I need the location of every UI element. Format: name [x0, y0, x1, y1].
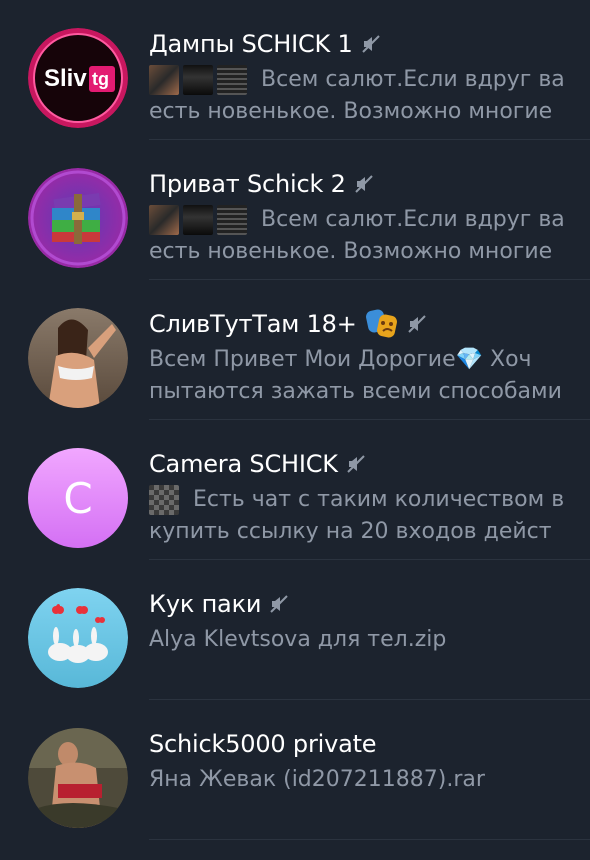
media-thumbnails — [149, 65, 247, 95]
chat-preview: Всем Привет Мои Дорогие💎 Хоч пытаются за… — [149, 347, 562, 404]
chat-avatar — [28, 588, 128, 688]
chat-preview: Alya Klevtsova для тел.zip — [149, 627, 447, 652]
media-thumbnails — [149, 205, 247, 235]
chat-list: Sliv tg Дампы SCHICK 1 Всем салют.Если в… — [0, 0, 590, 860]
chat-avatar — [28, 308, 128, 408]
media-thumbnail — [149, 485, 179, 515]
performing-arts-emoji — [365, 309, 397, 338]
chat-title: Schick5000 private — [149, 730, 377, 758]
chat-avatar — [28, 168, 128, 268]
chat-preview: Всем салют.Если вдруг ва есть новенькое.… — [149, 65, 565, 124]
winrar-icon — [28, 168, 128, 268]
chat-title: Дампы SCHICK 1 — [149, 30, 353, 58]
muted-speaker-icon — [270, 595, 288, 613]
profile-photo — [28, 728, 128, 828]
chat-avatar — [28, 728, 128, 828]
bunnies-avatar — [28, 588, 128, 688]
chat-row-slivtuttam[interactable]: СливТутТам 18+ Всем Привет Мои Дорогие💎 … — [0, 280, 590, 420]
sliv-tg-logo: Sliv tg — [28, 28, 128, 128]
chat-preview: Всем салют.Если вдруг ва есть новенькое.… — [149, 205, 565, 264]
row-divider — [149, 839, 590, 840]
letter-avatar: C — [28, 448, 128, 548]
svg-text:Sliv: Sliv — [44, 65, 87, 92]
muted-speaker-icon — [407, 315, 426, 333]
chat-row-schick5000-private[interactable]: Schick5000 private Яна Жевак (id20721188… — [0, 700, 590, 840]
muted-speaker-icon — [361, 35, 380, 53]
chat-row-camera-schick[interactable]: C Camera SCHICK Есть чат с таким количес… — [0, 420, 590, 560]
chat-avatar: Sliv tg — [28, 28, 128, 128]
chat-title: СливТутТам 18+ — [149, 310, 357, 338]
chat-title: Кук паки — [149, 590, 262, 618]
muted-speaker-icon — [354, 175, 373, 193]
chat-preview: Есть чат с таким количеством в купить сс… — [149, 485, 565, 544]
muted-speaker-icon — [347, 455, 365, 473]
svg-text:tg: tg — [92, 69, 109, 89]
chat-row-privat-schick-2[interactable]: Приват Schick 2 Всем салют.Если вдруг ва… — [0, 140, 590, 280]
chat-avatar: C — [28, 448, 128, 548]
chat-title: Camera SCHICK — [149, 450, 338, 478]
chat-title: Приват Schick 2 — [149, 170, 346, 198]
chat-preview: Яна Жевак (id207211887).rar — [149, 767, 485, 792]
profile-photo — [28, 308, 128, 408]
chat-row-kuk-paki[interactable]: Кук паки Alya Klevtsova для тел.zip — [0, 560, 590, 700]
chat-row-dampy-schick-1[interactable]: Sliv tg Дампы SCHICK 1 Всем салют.Если в… — [0, 0, 590, 140]
